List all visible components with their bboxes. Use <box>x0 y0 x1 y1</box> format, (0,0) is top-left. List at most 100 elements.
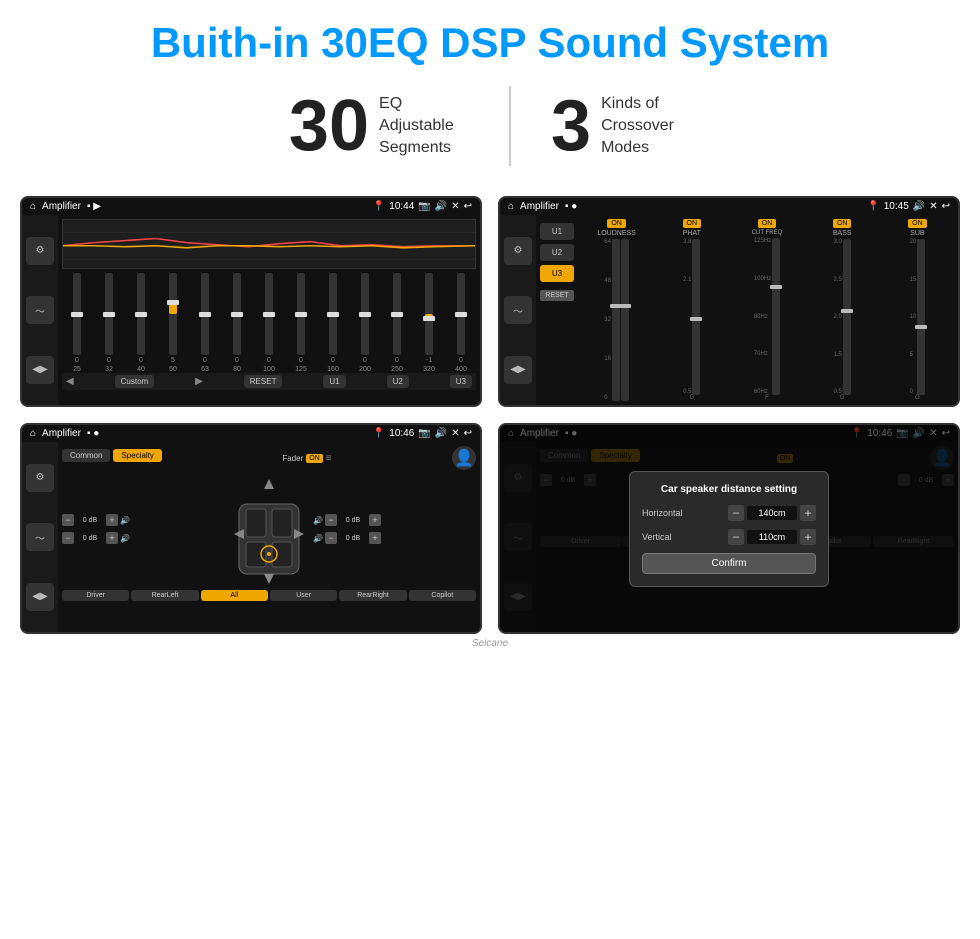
eq-slider-7[interactable] <box>297 273 305 355</box>
horizontal-minus[interactable]: − <box>728 505 744 521</box>
eq-slider-3[interactable] <box>169 273 177 355</box>
vertical-minus[interactable]: − <box>728 529 744 545</box>
rl-db: 0 dB <box>76 534 104 543</box>
eq-mode-btn-2[interactable]: ⚙ <box>504 237 532 265</box>
common-tab-3[interactable]: Common <box>62 449 110 462</box>
u3-preset[interactable]: U3 <box>540 265 574 282</box>
eq-band-11: -1 320 <box>414 273 444 373</box>
wave-btn-2[interactable]: 〜 <box>504 296 532 324</box>
vol-btn-2[interactable]: ◀▶ <box>504 356 532 384</box>
stat-divider <box>509 86 511 166</box>
screen-eq: ⌂ Amplifier ▪ ▶ 📍 10:44 📷 🔊 ✕ ↩ ⚙ 〜 ◀ <box>20 196 482 407</box>
horizontal-value: 140cm <box>747 506 797 520</box>
all-btn[interactable]: All <box>201 590 268 601</box>
u1-btn-1[interactable]: U1 <box>323 375 345 388</box>
prev-icon[interactable]: ◀ <box>66 376 74 387</box>
u1-preset[interactable]: U1 <box>540 223 574 240</box>
fl-db: 0 dB <box>76 516 104 525</box>
fr-minus[interactable]: − <box>325 514 337 526</box>
loudness-fader-l[interactable] <box>612 239 620 401</box>
back-icon-3[interactable]: ↩ <box>464 428 472 439</box>
rr-plus[interactable]: + <box>369 532 381 544</box>
side-panel-1: ⚙ 〜 ◀▶ <box>22 215 58 405</box>
reset-btn-1[interactable]: RESET <box>244 375 283 388</box>
vol-btn[interactable]: ◀▶ <box>26 356 54 384</box>
driver-btn[interactable]: Driver <box>62 590 129 601</box>
eq-slider-1[interactable] <box>105 273 113 355</box>
rl-minus[interactable]: − <box>62 532 74 544</box>
rearleft-btn[interactable]: RearLeft <box>131 590 198 601</box>
vol-btn-3[interactable]: ◀▶ <box>26 583 54 611</box>
rl-plus[interactable]: + <box>106 532 118 544</box>
eq-mode-btn-3[interactable]: ⚙ <box>26 464 54 492</box>
back-icon-2[interactable]: ↩ <box>942 201 950 212</box>
eq-slider-0[interactable] <box>73 273 81 355</box>
fl-plus[interactable]: + <box>106 514 118 526</box>
u3-btn-1[interactable]: U3 <box>450 375 472 388</box>
wave-btn-3[interactable]: 〜 <box>26 523 54 551</box>
bass-on[interactable]: ON <box>833 219 852 228</box>
loudness-on[interactable]: ON <box>607 219 626 228</box>
eq-slider-4[interactable] <box>201 273 209 355</box>
rearright-btn[interactable]: RearRight <box>339 590 406 601</box>
fader-on-3[interactable]: ON <box>306 454 323 463</box>
page-title: Buith-in 30EQ DSP Sound System <box>151 20 829 66</box>
eq-slider-11[interactable] <box>425 273 433 355</box>
eq-slider-6[interactable] <box>265 273 273 355</box>
eq-band-0: 0 25 <box>62 273 92 373</box>
sub-fader[interactable] <box>917 239 925 395</box>
status-bar-3: ⌂ Amplifier ▪ ● 📍 10:46 📷 🔊 ✕ ↩ <box>22 425 480 442</box>
screens-grid: ⌂ Amplifier ▪ ▶ 📍 10:44 📷 🔊 ✕ ↩ ⚙ 〜 ◀ <box>20 196 960 634</box>
fr-db: 0 dB <box>339 516 367 525</box>
media-icon-2: ▪ ● <box>565 201 577 212</box>
tab-row-3: Common Specialty <box>62 449 162 462</box>
loudness-fader-r[interactable] <box>621 239 629 401</box>
copilot-btn[interactable]: Copilot <box>409 590 476 601</box>
x-icon-3: ✕ <box>451 428 459 439</box>
user-btn[interactable]: User <box>270 590 337 601</box>
dialog-horizontal-row: Horizontal − 140cm + <box>642 505 816 521</box>
left-controls: − 0 dB + 🔊 − 0 dB + 🔊 <box>62 514 225 544</box>
fader-slider-3[interactable]: ≡ <box>326 453 332 464</box>
cutfreq-fader[interactable] <box>772 238 780 395</box>
eq-mode-btn[interactable]: ⚙ <box>26 237 54 265</box>
sub-on[interactable]: ON <box>908 219 927 228</box>
reset-btn-2[interactable]: RESET <box>540 290 574 301</box>
home-icon-1[interactable]: ⌂ <box>30 201 36 212</box>
bass-strip: ON BASS 3.02.52.01.50.5 G <box>806 219 879 401</box>
eq-band-1: 0 32 <box>94 273 124 373</box>
play-icon[interactable]: ▶ <box>195 376 203 387</box>
app-title-1: Amplifier <box>42 201 81 212</box>
eq-slider-8[interactable] <box>329 273 337 355</box>
home-icon-3[interactable]: ⌂ <box>30 428 36 439</box>
home-icon-2[interactable]: ⌂ <box>508 201 514 212</box>
fr-plus[interactable]: + <box>369 514 381 526</box>
custom-btn[interactable]: Custom <box>115 375 155 388</box>
fl-minus[interactable]: − <box>62 514 74 526</box>
bass-fader[interactable] <box>843 239 851 395</box>
side-panel-3: ⚙ 〜 ◀▶ <box>22 442 58 632</box>
eq-slider-12[interactable] <box>457 273 465 355</box>
back-icon-1[interactable]: ↩ <box>464 201 472 212</box>
fader-label-3: Fader <box>282 454 303 463</box>
horizontal-plus[interactable]: + <box>800 505 816 521</box>
speaker-ctl-rl: − 0 dB + 🔊 <box>62 532 225 544</box>
confirm-button[interactable]: Confirm <box>642 553 816 574</box>
phat-on[interactable]: ON <box>683 219 702 228</box>
eq-slider-9[interactable] <box>361 273 369 355</box>
wave-btn[interactable]: 〜 <box>26 296 54 324</box>
u2-preset[interactable]: U2 <box>540 244 574 261</box>
eq-slider-10[interactable] <box>393 273 401 355</box>
cutfreq-on[interactable]: ON <box>758 219 777 228</box>
rr-minus[interactable]: − <box>325 532 337 544</box>
stats-row: 30 EQ AdjustableSegments 3 Kinds ofCross… <box>289 86 691 166</box>
eq-slider-5[interactable] <box>233 273 241 355</box>
screen-crossover: ⌂ Amplifier ▪ ● 📍 10:45 🔊 ✕ ↩ ⚙ 〜 ◀▶ <box>498 196 960 407</box>
stat-label-crossover: Kinds ofCrossover Modes <box>601 93 691 160</box>
specialty-tab-3[interactable]: Specialty <box>113 449 161 462</box>
u2-btn-1[interactable]: U2 <box>387 375 409 388</box>
eq-slider-2[interactable] <box>137 273 145 355</box>
phat-fader[interactable] <box>692 239 700 395</box>
vertical-plus[interactable]: + <box>800 529 816 545</box>
stat-label-eq: EQ AdjustableSegments <box>379 93 469 160</box>
